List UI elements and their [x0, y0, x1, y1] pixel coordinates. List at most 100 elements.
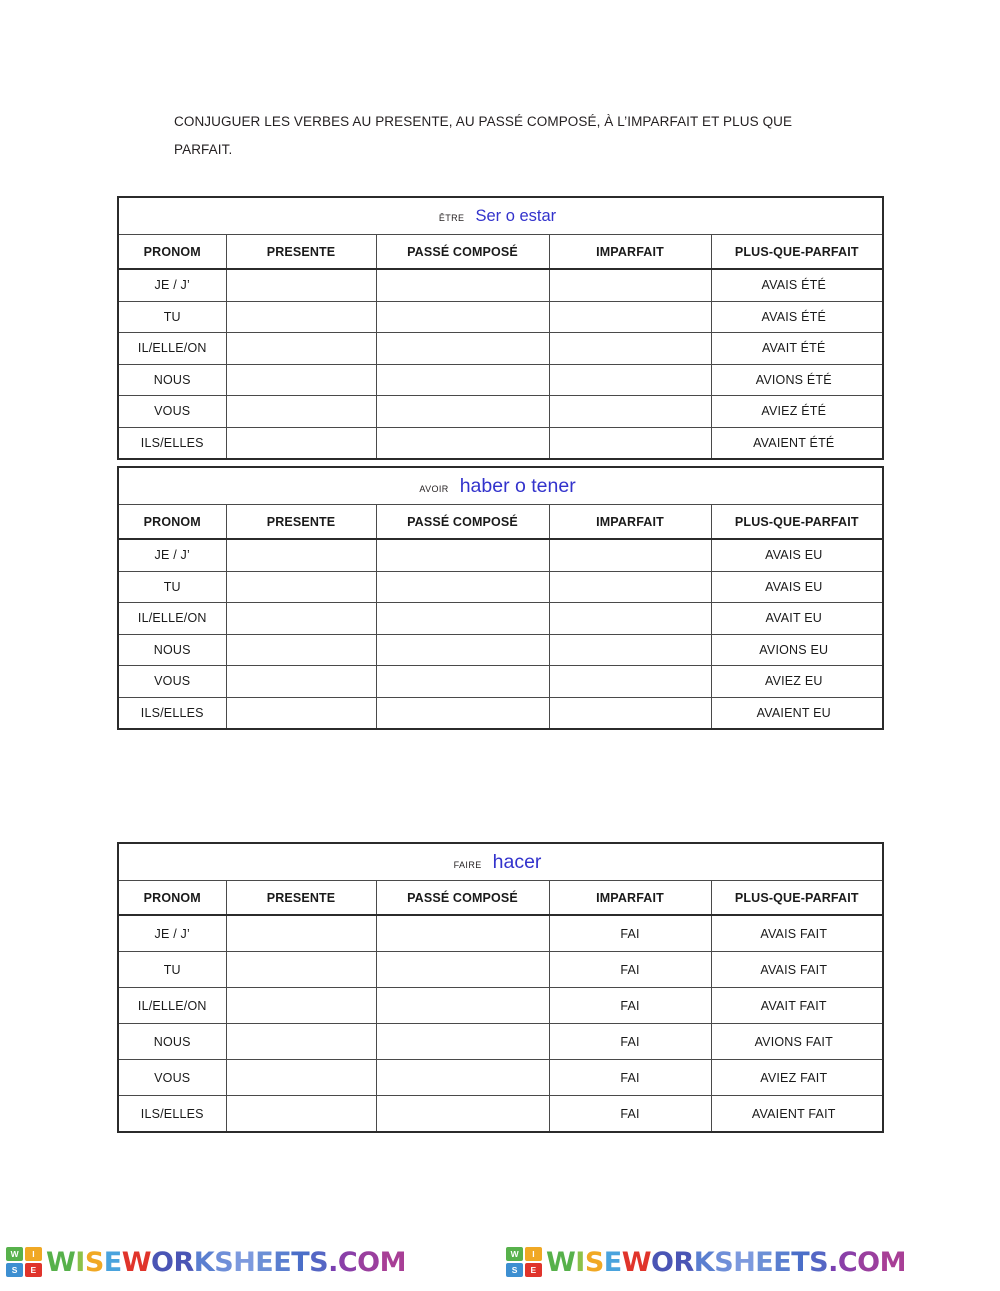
cell-presente[interactable] [225, 987, 377, 1024]
cell-presente[interactable] [225, 538, 377, 572]
cell-imparfait[interactable] [548, 332, 712, 365]
cell-imparfait[interactable] [548, 602, 712, 635]
cell-imparfait[interactable] [548, 570, 712, 603]
cell-presente[interactable] [225, 951, 377, 988]
table-row: NOUS FAI AVIONS FAIT [117, 1023, 885, 1060]
cell-pronom: ILS/ELLES [117, 1095, 227, 1133]
cell-pronom: NOUS [117, 1023, 227, 1060]
column-header-pronom: PRONOM [117, 880, 227, 916]
cell-passe-compose[interactable] [375, 1023, 550, 1060]
cell-presente[interactable] [225, 300, 377, 333]
cell-pronom: VOUS [117, 1059, 227, 1096]
cell-imparfait: FAI [548, 1059, 712, 1096]
cell-passe-compose[interactable] [375, 914, 550, 952]
table-header-row: PRONOM PRESENTE PASSÉ COMPOSÉ IMPARFAIT … [117, 234, 885, 270]
wiseworksheets-logo-icon: WISE [506, 1247, 542, 1277]
column-header-passe-compose: PASSÉ COMPOSÉ [375, 234, 550, 270]
column-header-plus-que-parfait: PLUS-QUE-PARFAIT [710, 504, 885, 540]
cell-passe-compose[interactable] [375, 951, 550, 988]
cell-presente[interactable] [225, 696, 377, 730]
table-title-row: FAIRE hacer [116, 842, 885, 881]
cell-presente[interactable] [225, 602, 377, 635]
verb-name-fr: FAIRE [453, 855, 482, 871]
cell-pronom: VOUS [117, 665, 227, 698]
cell-pronom: TU [117, 951, 227, 988]
cell-passe-compose[interactable] [375, 268, 550, 302]
cell-plus-que-parfait: AVIEZ EU [710, 665, 885, 698]
cell-passe-compose[interactable] [375, 1059, 550, 1096]
cell-pronom: NOUS [117, 633, 227, 666]
cell-plus-que-parfait: AVAIS FAIT [710, 914, 885, 952]
logo-tile-i: I [524, 1247, 542, 1262]
cell-imparfait: FAI [548, 1023, 712, 1060]
logo-tile-i: I [24, 1247, 42, 1262]
cell-imparfait[interactable] [548, 268, 712, 302]
cell-passe-compose[interactable] [375, 363, 550, 396]
cell-presente[interactable] [225, 1095, 377, 1133]
table-title-cell: AVOIR haber o tener [116, 466, 885, 505]
cell-passe-compose[interactable] [375, 602, 550, 635]
table-row: IL/ELLE/ON FAI AVAIT FAIT [117, 987, 885, 1024]
verb-translation-es: haber o tener [459, 474, 576, 497]
table-row: VOUS AVIEZ EU [117, 665, 885, 698]
cell-passe-compose[interactable] [375, 426, 550, 460]
cell-pronom: JE / J’ [117, 914, 227, 952]
cell-pronom: TU [117, 300, 227, 333]
cell-imparfait[interactable] [548, 665, 712, 698]
cell-presente[interactable] [225, 426, 377, 460]
cell-imparfait: FAI [548, 951, 712, 988]
cell-imparfait[interactable] [548, 633, 712, 666]
watermark-footer: W I S E WISEWORKSHEETS.COM W I S E WISEWORKSHEETS… [0, 1238, 1000, 1286]
cell-pronom: JE / J’ [117, 538, 227, 572]
cell-passe-compose[interactable] [375, 538, 550, 572]
logo-tile-s: S [6, 1262, 24, 1277]
verb-table-avoir: AVOIR haber o tener PRONOM PRESENTE PASS… [116, 466, 885, 730]
column-header-pronom: PRONOM [117, 234, 227, 270]
table-row: VOUS AVIEZ ÉTÉ [117, 395, 885, 428]
table-row: NOUS AVIONS ÉTÉ [117, 363, 885, 396]
cell-imparfait[interactable] [548, 696, 712, 730]
cell-passe-compose[interactable] [375, 987, 550, 1024]
cell-passe-compose[interactable] [375, 395, 550, 428]
cell-plus-que-parfait: AVAIENT EU [710, 696, 885, 730]
watermark-text: WISEWORKSHEETS.COM [546, 1246, 907, 1278]
cell-passe-compose[interactable] [375, 570, 550, 603]
column-header-plus-que-parfait: PLUS-QUE-PARFAIT [710, 880, 885, 916]
cell-pronom: ILS/ELLES [117, 696, 227, 730]
cell-presente[interactable] [225, 1023, 377, 1060]
cell-imparfait[interactable] [548, 538, 712, 572]
verb-translation-es: Ser o estar [475, 206, 557, 225]
cell-imparfait[interactable] [548, 363, 712, 396]
cell-passe-compose[interactable] [375, 696, 550, 730]
cell-presente[interactable] [225, 395, 377, 428]
cell-pronom: JE / J’ [117, 268, 227, 302]
column-header-imparfait: IMPARFAIT [548, 504, 712, 540]
cell-presente[interactable] [225, 332, 377, 365]
cell-passe-compose[interactable] [375, 332, 550, 365]
cell-imparfait[interactable] [548, 300, 712, 333]
table-title-row: AVOIR haber o tener [116, 466, 885, 505]
cell-presente[interactable] [225, 1059, 377, 1096]
cell-passe-compose[interactable] [375, 300, 550, 333]
cell-presente[interactable] [225, 914, 377, 952]
cell-presente[interactable] [225, 633, 377, 666]
cell-passe-compose[interactable] [375, 665, 550, 698]
table-row: JE / J’ AVAIS ÉTÉ [117, 268, 885, 302]
table-header-row: PRONOM PRESENTE PASSÉ COMPOSÉ IMPARFAIT … [117, 504, 885, 540]
cell-presente[interactable] [225, 665, 377, 698]
cell-presente[interactable] [225, 363, 377, 396]
verb-name-fr: ÊTRE [438, 208, 465, 224]
cell-plus-que-parfait: AVAIS EU [710, 538, 885, 572]
verb-table-etre: ÊTRE Ser o estar PRONOM PRESENTE PASSÉ C… [116, 196, 885, 460]
cell-imparfait[interactable] [548, 426, 712, 460]
cell-passe-compose[interactable] [375, 1095, 550, 1133]
cell-presente[interactable] [225, 268, 377, 302]
cell-pronom: VOUS [117, 395, 227, 428]
logo-tile-s: S [506, 1262, 524, 1277]
cell-passe-compose[interactable] [375, 633, 550, 666]
cell-plus-que-parfait: AVIEZ FAIT [710, 1059, 885, 1096]
cell-imparfait[interactable] [548, 395, 712, 428]
logo-tile-e: E [24, 1262, 42, 1277]
cell-plus-que-parfait: AVAIS FAIT [710, 951, 885, 988]
cell-presente[interactable] [225, 570, 377, 603]
